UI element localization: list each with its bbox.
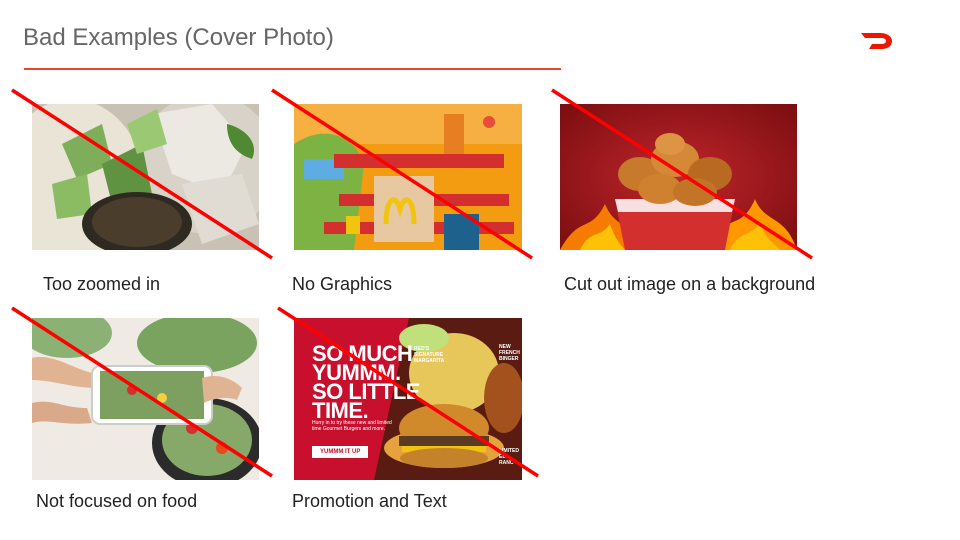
promo-tag-limited: LIMITED EL RANC [499, 448, 519, 466]
promo-body-text: Hurry in to try these new and limited ti… [312, 420, 392, 432]
title-underline [24, 68, 561, 70]
promo-tag-top: RED'S SIGNATURE MARGARITA [414, 346, 445, 364]
caption-cut-out-image: Cut out image on a background [564, 274, 816, 294]
photo-not-focused-on-food [32, 318, 259, 480]
photo-promotion-and-text: SO MUCH YUMMM. SO LITTLE TIME. Hurry in … [294, 318, 522, 480]
promo-headline: SO MUCH YUMMM. SO LITTLE TIME. [312, 343, 420, 422]
photo-cut-out-image [560, 104, 797, 250]
photo-too-zoomed-in [32, 104, 259, 250]
doordash-logo-icon [861, 33, 892, 49]
caption-promotion-and-text: Promotion and Text [292, 491, 447, 511]
promo-tag-new: NEW FRENCH BINGER [499, 344, 520, 362]
caption-too-zoomed-in: Too zoomed in [43, 274, 161, 294]
slide-title: Bad Examples (Cover Photo) [23, 24, 334, 51]
caption-not-focused-on-food: Not focused on food [36, 491, 198, 511]
promo-button: YUMMM IT UP [312, 446, 369, 458]
photo-no-graphics [294, 104, 522, 250]
caption-no-graphics: No Graphics [292, 274, 393, 294]
